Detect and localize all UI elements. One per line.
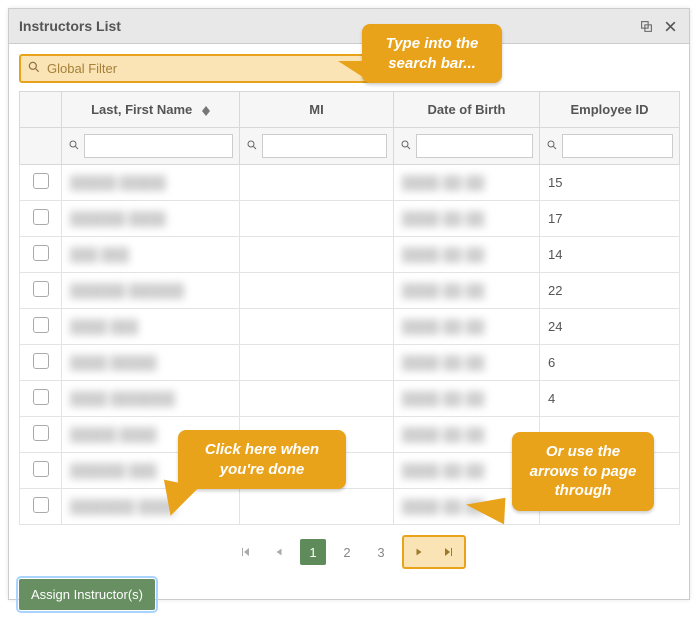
cell-mi: [240, 489, 394, 525]
pager-last[interactable]: [436, 539, 462, 565]
pager-next-group: [402, 535, 466, 569]
cell-empid: 15: [540, 165, 680, 201]
pager-next[interactable]: [406, 539, 432, 565]
col-mi[interactable]: MI: [240, 92, 394, 128]
cell-name: ████ ███: [62, 309, 240, 345]
table-row: ████ ███ ████-██-██24: [20, 309, 680, 345]
filter-empid-input[interactable]: [562, 134, 673, 158]
cell-dob: ████-██-██: [394, 201, 540, 237]
dialog-content: Last, First Name MI Date of Birth Employ…: [9, 44, 689, 622]
col-dob[interactable]: Date of Birth: [394, 92, 540, 128]
search-icon: [400, 139, 412, 154]
assign-instructors-button[interactable]: Assign Instructor(s): [19, 579, 155, 610]
cell-name: ██████ ████: [62, 201, 240, 237]
cell-mi: [240, 165, 394, 201]
cell-name: ████ ███████: [62, 381, 240, 417]
search-icon: [27, 60, 41, 77]
detach-icon[interactable]: [637, 17, 655, 35]
table-row: ██████ ████ ████-██-██17: [20, 201, 680, 237]
window-title: Instructors List: [19, 18, 631, 34]
pager-page-2[interactable]: 2: [334, 539, 360, 565]
cell-dob: ████-██-██: [394, 237, 540, 273]
pager: 123: [19, 525, 679, 579]
row-checkbox[interactable]: [33, 353, 49, 369]
table-row: █████ █████ ████-██-██15: [20, 165, 680, 201]
col-checkbox: [20, 92, 62, 128]
row-checkbox[interactable]: [33, 497, 49, 513]
pager-prev[interactable]: [266, 539, 292, 565]
search-icon: [68, 139, 80, 154]
callout-done: Click here when you're done: [178, 430, 346, 489]
col-name[interactable]: Last, First Name: [62, 92, 240, 128]
filter-row: [20, 128, 680, 165]
row-checkbox[interactable]: [33, 209, 49, 225]
cell-empid: 24: [540, 309, 680, 345]
cell-name: ████ █████: [62, 345, 240, 381]
instructors-list-dialog: Instructors List Last, First Name: [8, 8, 690, 600]
table-row: ████ ███████ ████-██-██4: [20, 381, 680, 417]
row-checkbox[interactable]: [33, 461, 49, 477]
cell-mi: [240, 237, 394, 273]
cell-mi: [240, 273, 394, 309]
pager-first[interactable]: [232, 539, 258, 565]
cell-empid: 17: [540, 201, 680, 237]
cell-mi: [240, 345, 394, 381]
cell-mi: [240, 201, 394, 237]
row-checkbox[interactable]: [33, 245, 49, 261]
cell-empid: 6: [540, 345, 680, 381]
row-checkbox[interactable]: [33, 317, 49, 333]
row-checkbox[interactable]: [33, 281, 49, 297]
row-checkbox[interactable]: [33, 173, 49, 189]
col-name-label: Last, First Name: [91, 102, 192, 117]
cell-dob: ████-██-██: [394, 345, 540, 381]
cell-name: ██████ ██████: [62, 273, 240, 309]
filter-mi-input[interactable]: [262, 134, 387, 158]
cell-mi: [240, 381, 394, 417]
cell-empid: 22: [540, 273, 680, 309]
search-icon: [546, 139, 558, 154]
cell-dob: ████-██-██: [394, 381, 540, 417]
table-row: ██████ ██████ ████-██-██22: [20, 273, 680, 309]
sort-icon: [202, 106, 210, 116]
cell-empid: 4: [540, 381, 680, 417]
cell-dob: ████-██-██: [394, 309, 540, 345]
filter-dob-input[interactable]: [416, 134, 533, 158]
col-empid[interactable]: Employee ID: [540, 92, 680, 128]
callout-page: Or use the arrows to page through: [512, 432, 654, 511]
filter-name-input[interactable]: [84, 134, 233, 158]
callout-search: Type into the search bar...: [362, 24, 502, 83]
header-row: Last, First Name MI Date of Birth Employ…: [20, 92, 680, 128]
cell-name: ███ ███: [62, 237, 240, 273]
pager-page-3[interactable]: 3: [368, 539, 394, 565]
titlebar: Instructors List: [9, 9, 689, 44]
cell-name: █████ █████: [62, 165, 240, 201]
table-row: ████ █████ ████-██-██6: [20, 345, 680, 381]
cell-name: ███████ ████: [62, 489, 240, 525]
search-icon: [246, 139, 258, 154]
close-icon[interactable]: [661, 17, 679, 35]
cell-dob: ████-██-██: [394, 165, 540, 201]
row-checkbox[interactable]: [33, 425, 49, 441]
cell-dob: ████-██-██: [394, 273, 540, 309]
cell-empid: 14: [540, 237, 680, 273]
table-row: ███ ███ ████-██-██14: [20, 237, 680, 273]
cell-mi: [240, 309, 394, 345]
row-checkbox[interactable]: [33, 389, 49, 405]
pager-page-1[interactable]: 1: [300, 539, 326, 565]
